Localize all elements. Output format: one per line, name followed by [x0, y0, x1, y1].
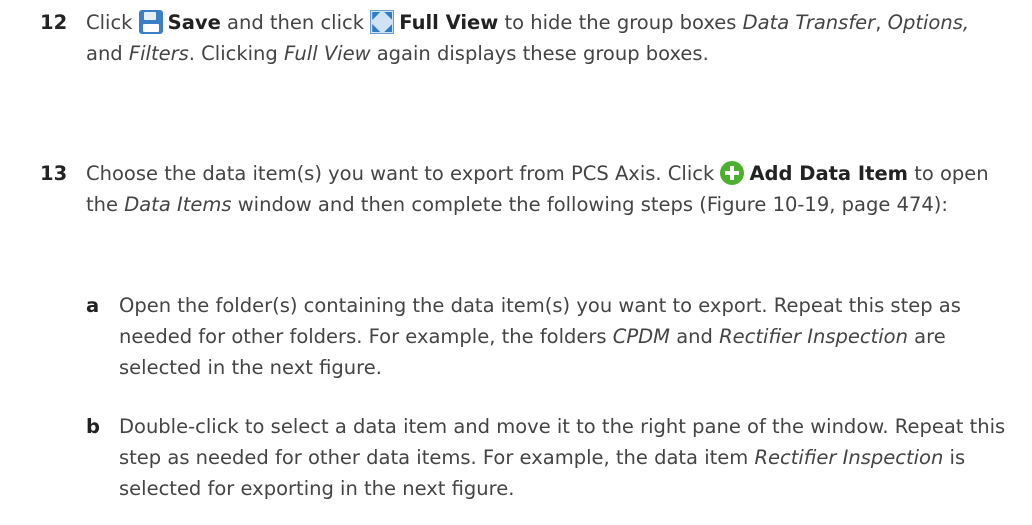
step-number: 12 — [40, 11, 68, 34]
term-filters: Filters — [128, 42, 189, 65]
sub-step-letter: a — [86, 294, 100, 317]
step-text: Click Save and then click Full View to h… — [86, 10, 970, 65]
sub-step-a: a Open the folder(s) containing the data… — [86, 290, 1016, 383]
floppy-disk-icon — [138, 10, 163, 34]
add-data-item-label: Add Data Item — [749, 162, 909, 185]
step-number: 13 — [40, 162, 68, 185]
sub-step-text: Open the folder(s) containing the data i… — [119, 294, 961, 379]
term-data-transfer: Data Transfer — [742, 11, 876, 34]
term-rectifier-inspection: Rectifier Inspection — [719, 325, 908, 348]
term-full-view: Full View — [284, 42, 371, 65]
term-options: Options, — [887, 11, 970, 34]
sub-step-text: Double-click to select a data item and m… — [119, 415, 1006, 500]
term-cpdm: CPDM — [612, 325, 671, 348]
full-view-label: Full View — [399, 11, 499, 34]
add-plus-icon — [720, 161, 745, 185]
step-12: 12 Click Save and then click Full View t… — [40, 7, 1010, 69]
sub-step-letter: b — [86, 415, 100, 438]
term-data-items: Data Items — [124, 193, 232, 216]
sub-step-b: b Double-click to select a data item and… — [86, 411, 1016, 504]
step-13: 13 Choose the data item(s) you want to e… — [40, 158, 1010, 220]
full-view-icon — [370, 10, 395, 34]
save-label: Save — [167, 11, 221, 34]
step-text: Choose the data item(s) you want to expo… — [86, 161, 989, 216]
term-rectifier-inspection: Rectifier Inspection — [754, 446, 944, 469]
